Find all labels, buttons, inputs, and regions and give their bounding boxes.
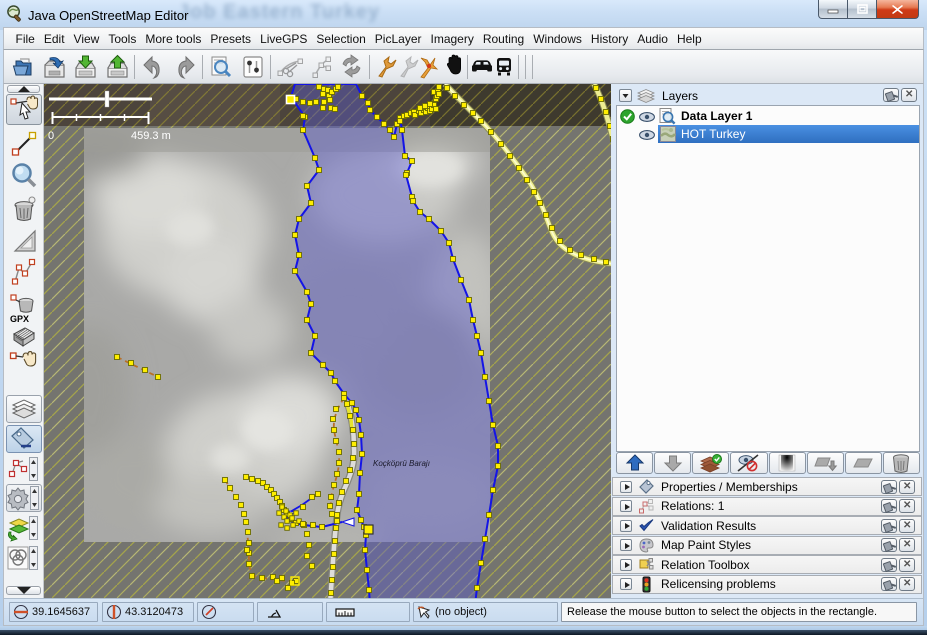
svg-text:GPX: GPX (10, 314, 29, 323)
svg-text:Koçköprü Barajı: Koçköprü Barajı (373, 459, 430, 468)
svg-text:0: 0 (48, 130, 54, 142)
svg-text:459.3 m: 459.3 m (131, 130, 171, 142)
